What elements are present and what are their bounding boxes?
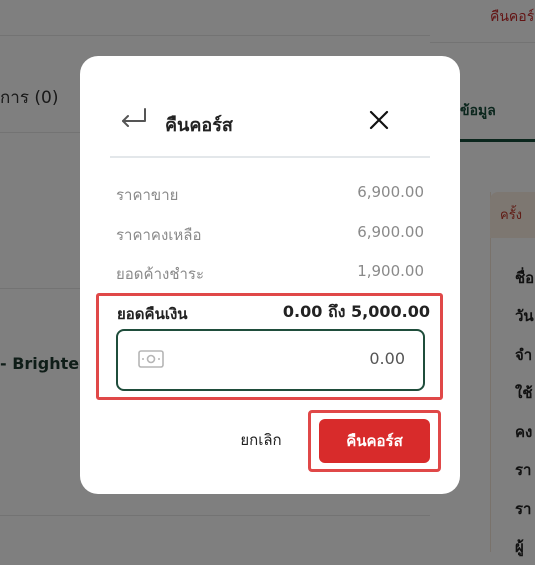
sale-price-value: 6,900.00 xyxy=(357,183,424,201)
outstanding-balance-label: ยอดค้างชำระ xyxy=(116,265,205,283)
cancel-button[interactable]: ยกเลิก xyxy=(235,427,287,453)
dialog-divider xyxy=(110,156,430,158)
refund-amount-label: ยอดคืนเงิน xyxy=(117,305,188,323)
close-icon[interactable] xyxy=(368,109,390,131)
remaining-price-value: 6,900.00 xyxy=(357,223,424,241)
outstanding-balance-row: ยอดค้างชำระ 1,900.00 xyxy=(116,262,424,284)
refund-course-button[interactable]: คืนคอร์ส xyxy=(319,419,430,463)
outstanding-balance-value: 1,900.00 xyxy=(357,262,424,280)
remaining-price-label: ราคาคงเหลือ xyxy=(116,226,202,244)
back-arrow-icon xyxy=(122,108,146,127)
refund-amount-range: 0.00 ถึง 5,000.00 xyxy=(282,302,430,321)
remaining-price-row: ราคาคงเหลือ 6,900.00 xyxy=(116,223,424,245)
sale-price-label: ราคาขาย xyxy=(116,186,179,204)
refund-course-dialog: คืนคอร์ส ราคาขาย 6,900.00 ราคาคงเหลือ 6,… xyxy=(80,56,460,494)
refund-amount-section: ยอดคืนเงิน 0.00 ถึง 5,000.00 xyxy=(96,293,443,400)
submit-highlight: คืนคอร์ส xyxy=(308,410,441,472)
refund-amount-field[interactable] xyxy=(116,329,425,391)
cash-icon xyxy=(138,350,164,368)
sale-price-row: ราคาขาย 6,900.00 xyxy=(116,183,424,205)
refund-amount-input[interactable] xyxy=(205,349,405,368)
dialog-title: คืนคอร์ส xyxy=(165,115,233,136)
